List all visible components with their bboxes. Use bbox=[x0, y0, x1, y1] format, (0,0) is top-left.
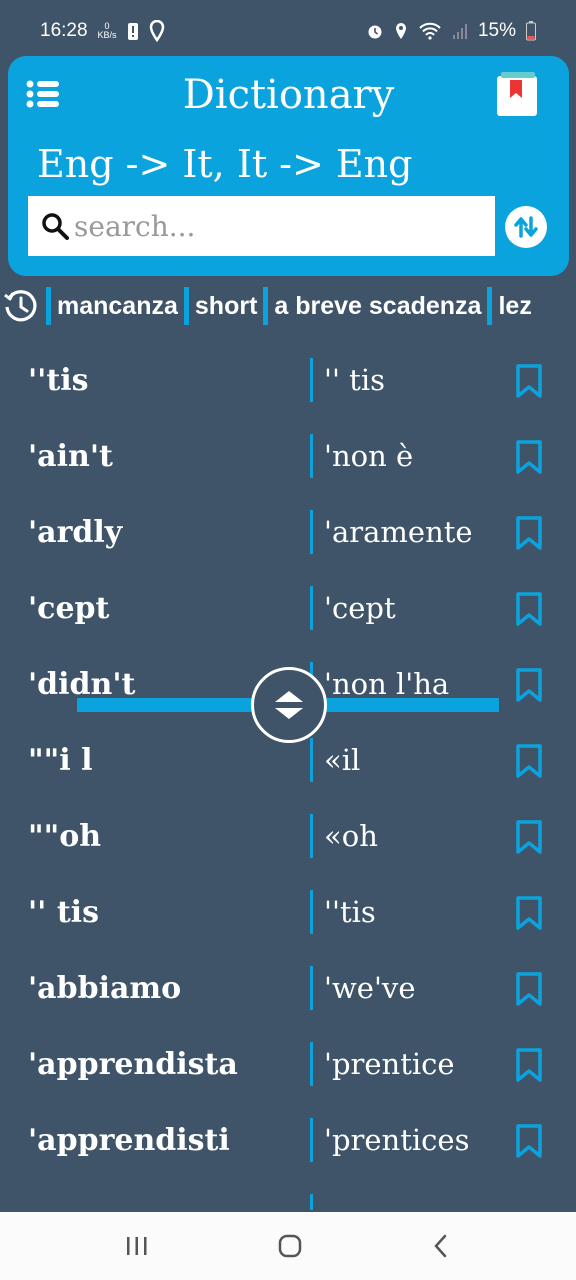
list-item[interactable]: '' tis ''tis bbox=[0, 874, 576, 950]
list-item[interactable]: ""oh «oh bbox=[0, 798, 576, 874]
network-speed-unit: KB/s bbox=[97, 30, 117, 40]
italian-word: 'non è bbox=[324, 439, 414, 473]
italian-word: '' tis bbox=[324, 363, 385, 397]
bookmark-icon[interactable] bbox=[515, 440, 543, 474]
list-item[interactable]: 'apprendista 'prentice bbox=[0, 1026, 576, 1102]
column-separator bbox=[310, 890, 313, 934]
search-icon bbox=[42, 213, 69, 240]
status-right: 15% bbox=[366, 20, 536, 42]
list-item[interactable]: 'ain't 'non è bbox=[0, 418, 576, 494]
list-item[interactable] bbox=[0, 1178, 576, 1210]
english-word: '' tis bbox=[28, 894, 99, 930]
english-word: ""oh bbox=[28, 818, 102, 854]
search-input[interactable] bbox=[74, 209, 474, 243]
column-separator bbox=[310, 358, 313, 402]
column-separator bbox=[310, 586, 313, 630]
italian-word: 'prentices bbox=[324, 1123, 470, 1157]
history-chip[interactable]: lez bbox=[481, 287, 532, 325]
english-word: ""i l bbox=[28, 742, 93, 778]
word-list[interactable]: ''tis '' tis 'ain't 'non è 'ardly 'arame… bbox=[0, 342, 576, 1210]
battery-alert-icon bbox=[127, 23, 138, 40]
back-icon[interactable] bbox=[429, 1232, 453, 1260]
history-chip-bar bbox=[183, 287, 189, 325]
swap-languages-button[interactable] bbox=[505, 206, 547, 248]
list-item[interactable]: 'cept 'cept bbox=[0, 570, 576, 646]
bookmark-icon[interactable] bbox=[515, 1048, 543, 1082]
history-chip-label: short bbox=[194, 291, 258, 320]
wifi-icon bbox=[419, 22, 441, 40]
english-word: 'cept bbox=[28, 590, 110, 626]
bookmark-icon[interactable] bbox=[515, 592, 543, 626]
column-separator bbox=[310, 1042, 313, 1086]
list-item[interactable]: 'ardly 'aramente bbox=[0, 494, 576, 570]
bookmark-icon[interactable] bbox=[515, 744, 543, 778]
search-bar[interactable] bbox=[28, 196, 495, 256]
column-separator bbox=[310, 966, 313, 1010]
history-chip-bar bbox=[263, 287, 269, 325]
column-separator bbox=[310, 738, 313, 782]
english-word: 'apprendisti bbox=[28, 1122, 230, 1158]
english-word: 'ain't bbox=[28, 438, 113, 474]
italian-word: 'prentice bbox=[324, 1047, 455, 1081]
alarm-icon bbox=[368, 25, 382, 39]
english-word: 'didn't bbox=[28, 666, 136, 702]
battery-icon bbox=[526, 21, 536, 41]
swap-languages-icon bbox=[514, 216, 538, 238]
recent-apps-icon[interactable] bbox=[123, 1234, 151, 1258]
list-item[interactable]: 'abbiamo 'we've bbox=[0, 950, 576, 1026]
page-title: Dictionary bbox=[182, 72, 395, 118]
signal-icon bbox=[452, 24, 467, 39]
divider-handle[interactable] bbox=[251, 667, 327, 743]
italian-word: «il bbox=[324, 743, 361, 777]
home-icon[interactable] bbox=[276, 1232, 304, 1260]
history-chip-bar bbox=[46, 287, 51, 325]
english-word: 'apprendista bbox=[28, 1046, 238, 1082]
history-chip-label: a breve scadenza bbox=[274, 291, 482, 320]
header-card: Dictionary Eng -> It, It -> Eng bbox=[8, 56, 569, 276]
location-pin-icon bbox=[149, 20, 164, 42]
history-chip-label: mancanza bbox=[57, 291, 178, 320]
column-separator bbox=[310, 814, 313, 858]
network-speed: 0 KB/s bbox=[98, 22, 117, 40]
column-separator bbox=[310, 1118, 313, 1162]
column-separator bbox=[310, 510, 313, 554]
history-chip[interactable]: mancanza bbox=[40, 287, 178, 325]
column-separator bbox=[310, 1194, 313, 1210]
history-chip-bar bbox=[487, 287, 493, 325]
bookmark-icon[interactable] bbox=[515, 1124, 543, 1158]
bookmark-icon[interactable] bbox=[515, 516, 543, 550]
battery-percent: 15% bbox=[477, 20, 516, 41]
bookmark-icon[interactable] bbox=[515, 820, 543, 854]
italian-word: 'aramente bbox=[324, 515, 473, 549]
bookmark-icon[interactable] bbox=[515, 896, 543, 930]
italian-word: «oh bbox=[324, 819, 378, 853]
english-word: 'abbiamo bbox=[28, 970, 182, 1006]
italian-word: ''tis bbox=[324, 895, 376, 929]
italian-word: 'cept bbox=[324, 591, 396, 625]
system-nav-bar bbox=[0, 1212, 576, 1280]
list-item[interactable]: 'apprendisti 'prentices bbox=[0, 1102, 576, 1178]
italian-word: 'we've bbox=[324, 971, 416, 1005]
resize-handle-icon bbox=[275, 691, 303, 719]
list-item[interactable]: ''tis '' tis bbox=[0, 342, 576, 418]
history-icon[interactable] bbox=[2, 287, 40, 325]
english-word: 'ardly bbox=[28, 514, 123, 550]
history-chip[interactable]: short bbox=[178, 287, 258, 325]
clock-time: 16:28 bbox=[40, 20, 88, 41]
bookmark-book-icon[interactable] bbox=[497, 72, 537, 116]
column-separator bbox=[310, 434, 313, 478]
bookmark-icon[interactable] bbox=[515, 364, 543, 398]
history-strip: mancanza short a breve scadenza lez bbox=[0, 284, 576, 328]
location-icon bbox=[395, 23, 406, 39]
direction-subtitle: Eng -> It, It -> Eng bbox=[37, 142, 413, 186]
bookmark-icon[interactable] bbox=[515, 972, 543, 1006]
italian-word: 'non l'ha bbox=[324, 667, 450, 701]
bookmark-icon[interactable] bbox=[515, 668, 543, 702]
status-left: 16:28 0 KB/s bbox=[40, 20, 165, 42]
history-chip[interactable]: a breve scadenza bbox=[257, 287, 481, 325]
status-bar: 16:28 0 KB/s 15% bbox=[0, 0, 576, 62]
english-word: ''tis bbox=[28, 362, 89, 398]
history-chip-label: lez bbox=[498, 291, 532, 320]
